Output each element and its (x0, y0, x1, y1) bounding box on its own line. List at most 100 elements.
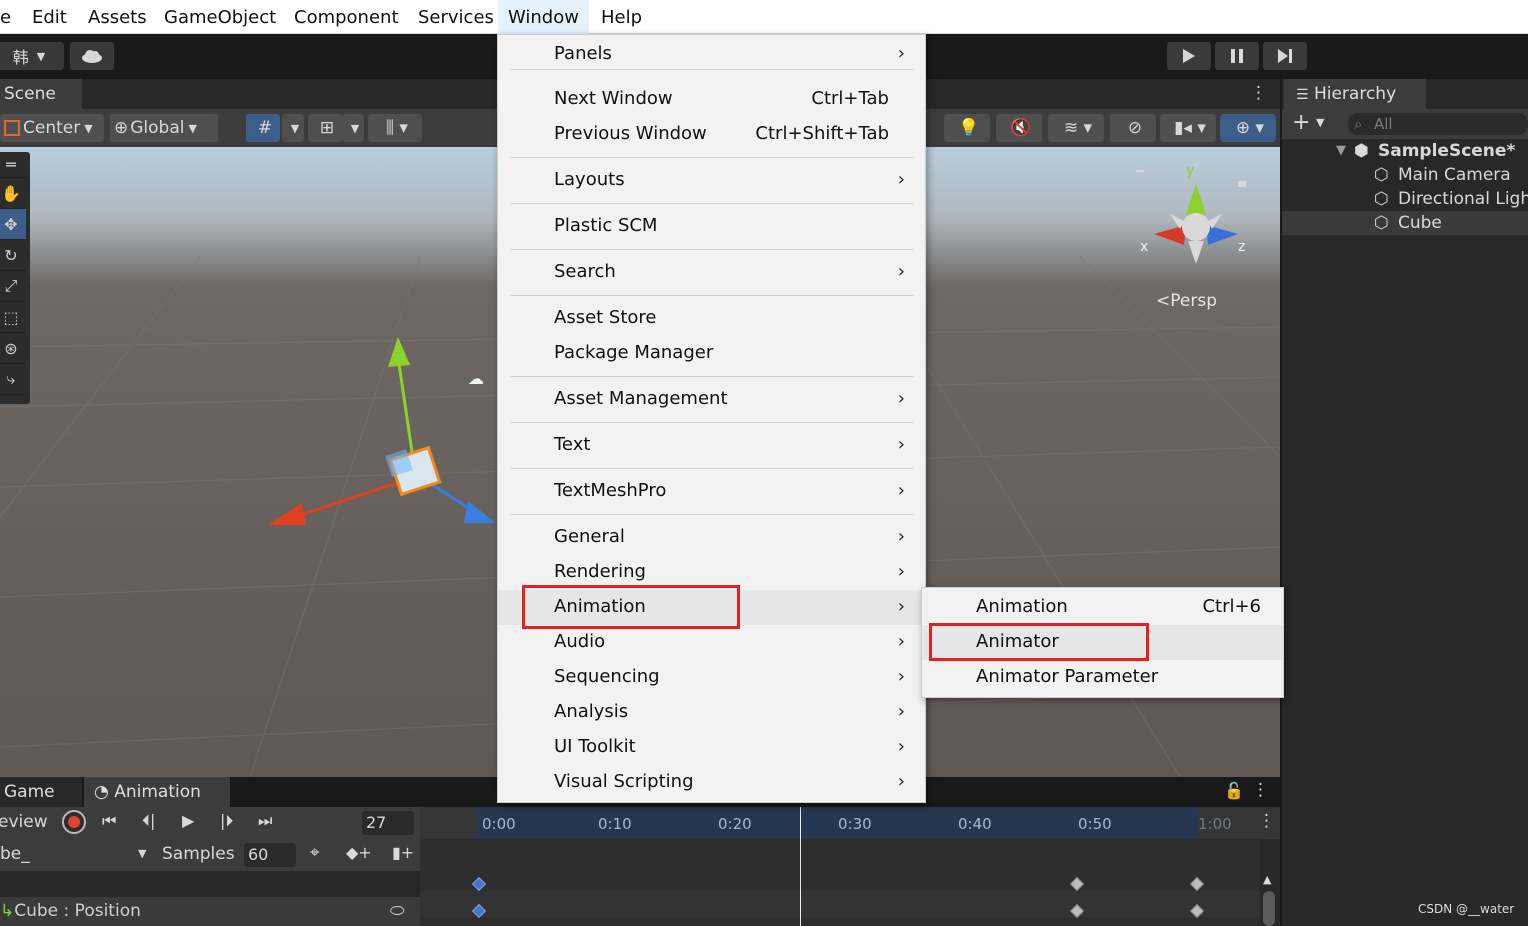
menu-services[interactable]: Services (418, 0, 494, 34)
projection-toggle[interactable]: <Persp (1156, 291, 1217, 311)
menu-item[interactable]: Asset Management › (498, 382, 925, 417)
grid-visibility-button[interactable]: ⊞ (308, 114, 342, 142)
play-icon[interactable]: ▶ (182, 811, 194, 830)
hierarchy-search-input[interactable]: ⌕ All (1348, 113, 1528, 135)
menu-component[interactable]: Component (294, 0, 399, 34)
audio-toggle[interactable]: 🔇 (996, 114, 1042, 142)
record-button[interactable] (62, 810, 86, 834)
hierarchy-item[interactable]: ⬡ Directional Ligh (1282, 187, 1528, 211)
keyframe[interactable] (1069, 876, 1085, 892)
next-key-icon[interactable]: |⏵ (220, 811, 233, 831)
menu-item-label: Rendering (554, 561, 646, 582)
chevron-down-icon[interactable]: ▼ (1316, 116, 1324, 129)
rect-tool-icon[interactable]: ⬚ (0, 302, 26, 333)
camera-dropdown[interactable]: ▮◂ ▾ (1160, 114, 1216, 142)
more-options-icon[interactable]: ⋮ (1258, 811, 1275, 831)
menu-item[interactable]: Next Window Ctrl+Tab (498, 82, 925, 117)
menu-item[interactable]: Panels › (498, 37, 925, 72)
menu-item[interactable]: Layouts › (498, 163, 925, 198)
more-options-icon[interactable]: ⋮ (1250, 83, 1267, 103)
menu-item[interactable]: Search › (498, 255, 925, 290)
grid-snap-dropdown[interactable]: ▼ (282, 114, 304, 142)
grid-snap-button[interactable]: # (246, 114, 280, 142)
menu-item-label: UI Toolkit (554, 736, 636, 757)
tab-animation[interactable]: ◔ Animation (84, 777, 230, 807)
menu-gameobject[interactable]: GameObject (164, 0, 276, 34)
preview-toggle[interactable]: eview (0, 812, 48, 832)
add-event-icon[interactable]: ▮+ (392, 843, 414, 862)
menu-assets[interactable]: Assets (88, 0, 147, 34)
effects-toggle[interactable]: ≋ ▾ (1048, 114, 1104, 142)
menu-item[interactable]: Previous Window Ctrl+Shift+Tab (498, 117, 925, 152)
animation-controls: eview ⏮ ⏴| ▶ |⏵ ⏭ 27 (0, 807, 420, 839)
chevron-down-icon[interactable]: ▼ (138, 847, 146, 860)
menu-item[interactable]: Plastic SCM (498, 209, 925, 244)
gizmo-axis-x: x (1140, 239, 1149, 255)
scale-tool-icon[interactable]: ⤢ (0, 271, 26, 302)
custom-tool-icon[interactable]: ⤷ (0, 364, 26, 395)
menu-edit[interactable]: Edit (32, 0, 67, 34)
menu-item[interactable]: Visual Scripting › (498, 765, 925, 800)
timeline-ruler[interactable]: 0:00 0:10 0:20 0:30 0:40 0:50 1:00 ⋮ (420, 807, 1280, 839)
pause-button[interactable] (1215, 42, 1259, 70)
lighting-toggle[interactable]: 💡 (944, 114, 990, 142)
hidden-objects-toggle[interactable]: ⊘ (1110, 114, 1156, 142)
scrollbar-thumb[interactable] (1263, 891, 1275, 926)
prev-key-icon[interactable]: ⏴| (142, 811, 155, 831)
hierarchy-item[interactable]: ⬡ Main Camera (1282, 163, 1528, 187)
dopesheet[interactable] (420, 839, 1260, 926)
add-icon[interactable]: + (1292, 110, 1310, 135)
menu-item[interactable]: UI Toolkit › (498, 730, 925, 765)
menu-item[interactable]: TextMeshPro › (498, 474, 925, 509)
first-key-icon[interactable]: ⏮ (102, 811, 116, 831)
chevron-right-icon: › (897, 701, 905, 722)
tab-scene[interactable]: Scene (0, 79, 82, 109)
keyframe[interactable] (1189, 876, 1205, 892)
menu-item[interactable]: Asset Store (498, 301, 925, 336)
menu-item[interactable]: Analysis › (498, 695, 925, 730)
dopesheet-scrollbar[interactable]: ▲ (1260, 871, 1280, 926)
hierarchy-item[interactable]: ⬡ Cube (1282, 211, 1528, 235)
lock-icon[interactable]: 🔓 (1224, 781, 1244, 800)
pivot-dropdown[interactable]: Center ▼ (0, 114, 104, 142)
highlight-box-animation (522, 585, 740, 629)
transform-tool-icon[interactable]: ⊛ (0, 333, 26, 364)
tab-hierarchy[interactable]: ☰ Hierarchy (1284, 79, 1426, 109)
menu-help[interactable]: Help (601, 0, 642, 34)
add-keyframe-icon[interactable]: ◆+ (346, 843, 372, 862)
frame-field[interactable]: 27 (362, 811, 414, 835)
menu-window[interactable]: Window (498, 0, 589, 34)
submenu-item[interactable]: Animation Ctrl+6 (922, 590, 1283, 625)
menu-item[interactable]: Text › (498, 428, 925, 463)
move-tool-icon[interactable]: ✥ (0, 209, 26, 240)
keyframe[interactable] (471, 876, 487, 892)
menu-item[interactable]: Audio › (498, 625, 925, 660)
playhead[interactable] (800, 807, 801, 926)
samples-field[interactable]: 60 (244, 843, 296, 867)
increment-snap-button[interactable]: ⫼ ▾ (368, 114, 422, 142)
menu-file[interactable]: e (0, 0, 11, 34)
tool-strip-handle[interactable]: ═ (0, 152, 26, 178)
hierarchy-scene-row[interactable]: ▼ ⬢ SampleScene* (1282, 139, 1528, 163)
menu-item[interactable]: Sequencing › (498, 660, 925, 695)
more-options-icon[interactable]: ⋮ (1252, 780, 1269, 800)
step-button[interactable] (1263, 42, 1307, 70)
tab-game[interactable]: Game (0, 777, 82, 807)
menu-item[interactable]: Package Manager (498, 336, 925, 371)
grid-visibility-dropdown[interactable]: ▼ (342, 114, 364, 142)
clip-dropdown[interactable]: be_ (0, 844, 30, 864)
gizmos-dropdown[interactable]: ⊕ ▾ (1220, 114, 1276, 142)
crosshair-icon[interactable]: ⌖ (310, 843, 320, 863)
cloud-button[interactable] (70, 42, 114, 70)
play-button[interactable] (1167, 42, 1211, 70)
chevron-right-icon: › (897, 736, 905, 757)
submenu-item[interactable]: Animator Parameter (922, 660, 1283, 695)
rotate-tool-icon[interactable]: ↻ (0, 240, 26, 271)
space-dropdown[interactable]: ⊕ Global ▼ (110, 114, 218, 142)
last-key-icon[interactable]: ⏭ (258, 811, 272, 831)
account-button[interactable]: 韩 ▼ (0, 42, 64, 70)
menu-item[interactable]: General › (498, 520, 925, 555)
property-row[interactable]: ↳Cube : Position ⬭ (0, 897, 420, 926)
hand-tool-icon[interactable]: ✋ (0, 178, 26, 209)
toggle-visibility-icon[interactable]: ⬭ (390, 897, 405, 926)
